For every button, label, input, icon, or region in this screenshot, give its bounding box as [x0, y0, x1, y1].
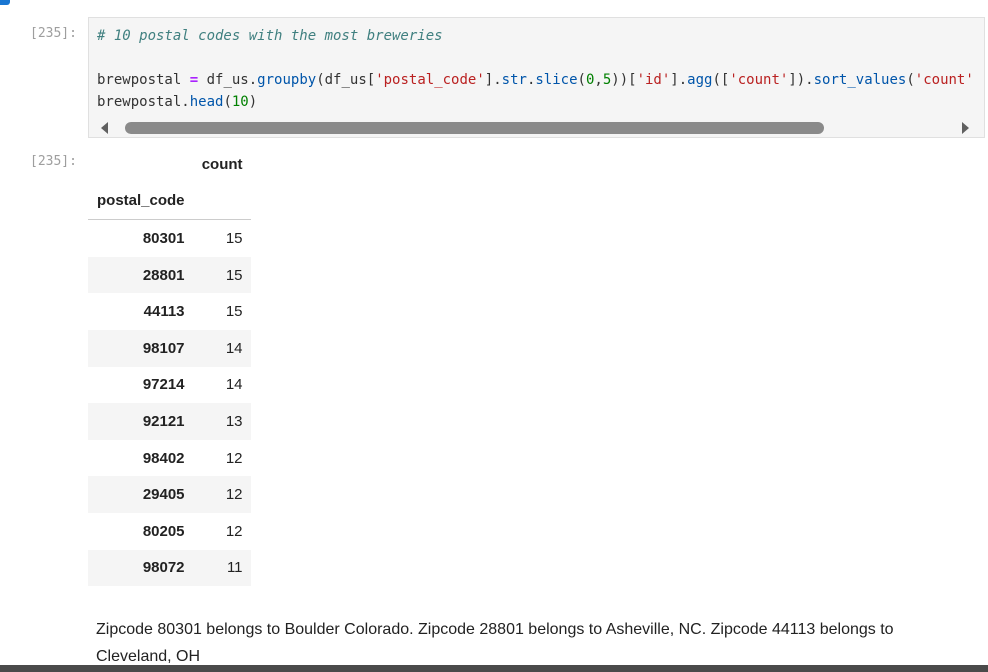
table-row: 92121 13: [88, 403, 251, 440]
table-row: 98072 11: [88, 549, 251, 587]
row-index: 97214: [142, 376, 185, 394]
code-line-2: brewpostal = df_us.groupby(df_us['postal…: [97, 72, 974, 88]
row-value: 11: [192, 549, 251, 587]
code-line-3: brewpostal.head(10): [97, 94, 258, 110]
table-row: 44113 15: [88, 293, 251, 330]
column-header-count: count: [201, 155, 243, 173]
code-editor[interactable]: # 10 postal codes with the most brewerie…: [97, 25, 974, 113]
output-prompt: [235]:: [30, 154, 77, 169]
row-index: 98402: [142, 449, 185, 467]
corner-cell: [88, 146, 193, 183]
cell-selection-marker: [0, 0, 10, 5]
table-row: 29405 12: [88, 476, 251, 513]
empty-header-cell: [192, 182, 251, 221]
row-index: 29405: [88, 476, 193, 513]
row-index: 80301: [142, 229, 185, 247]
table-row: 80301 15: [88, 220, 251, 257]
table-row: 80205 12: [88, 513, 251, 550]
row-index: 98072: [88, 549, 193, 587]
code-cell-input[interactable]: # 10 postal codes with the most brewerie…: [88, 17, 985, 138]
dataframe-output: count postal_code 80301 15 28801 15 44113 1…: [88, 146, 251, 587]
row-index: 28801: [88, 256, 193, 294]
markdown-note: Zipcode 80301 belongs to Boulder Colorad…: [96, 621, 894, 665]
code-comment: # 10 postal codes with the most brewerie…: [97, 28, 443, 44]
row-value: 14: [225, 376, 243, 394]
row-index: 44113: [143, 303, 185, 321]
row-index: 92121: [88, 403, 193, 440]
row-value: 15: [225, 303, 243, 321]
table-row: 28801 15: [88, 256, 251, 294]
row-value: 14: [192, 329, 251, 367]
row-value: 13: [192, 403, 251, 440]
table-row: 98107 14: [88, 329, 251, 367]
row-index: 80205: [142, 522, 185, 540]
scroll-right-icon[interactable]: [962, 122, 969, 134]
row-value: 12: [192, 476, 251, 513]
row-index: 98107: [88, 329, 193, 367]
row-value: 15: [192, 256, 251, 294]
input-prompt: [235]:: [30, 26, 77, 41]
scrollbar-thumb[interactable]: [125, 122, 824, 134]
bottom-status-bar: [0, 665, 988, 672]
row-value: 15: [225, 229, 243, 247]
scroll-left-icon[interactable]: [101, 122, 108, 134]
index-name-header: postal_code: [88, 182, 193, 221]
row-value: 12: [225, 522, 243, 540]
horizontal-scrollbar[interactable]: [97, 119, 977, 135]
table-row: 97214 14: [88, 367, 251, 404]
table-row: 98402 12: [88, 440, 251, 477]
row-value: 12: [225, 449, 243, 467]
